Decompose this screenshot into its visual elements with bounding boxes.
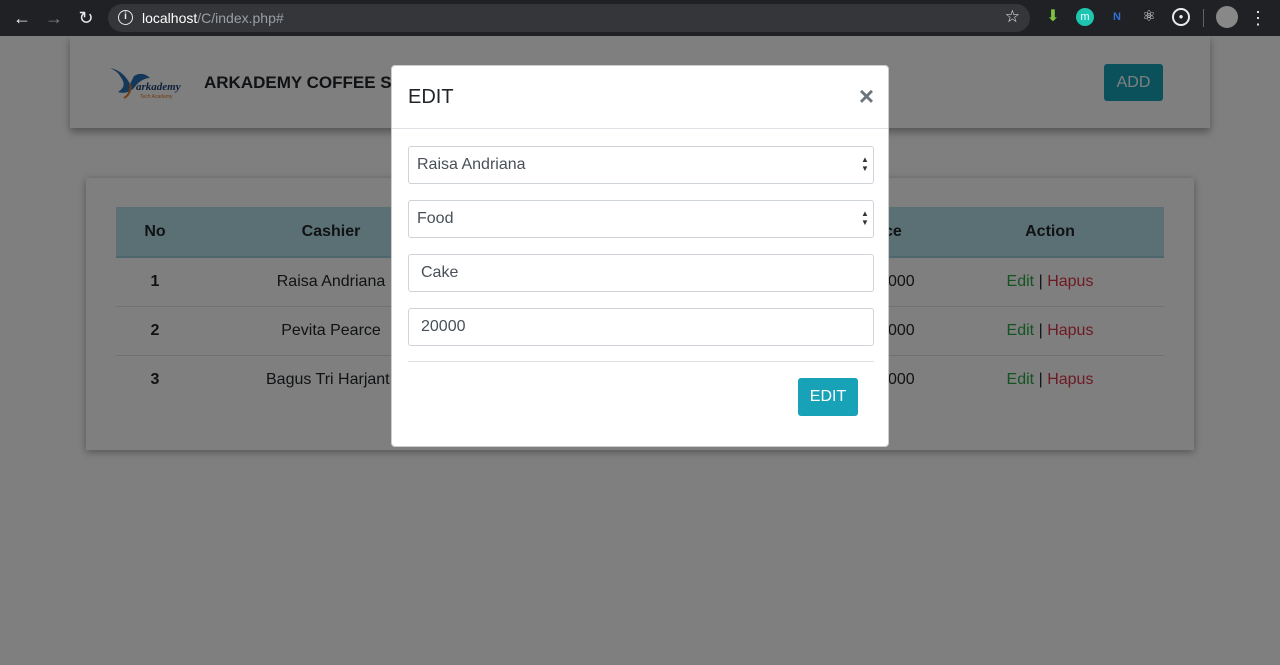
- select-arrows-icon: ▲ ▼: [861, 209, 869, 227]
- target-extension-icon[interactable]: ●: [1172, 8, 1190, 26]
- modal-title: EDIT: [408, 86, 454, 108]
- info-icon[interactable]: i: [118, 10, 133, 25]
- toolbar-divider: [1203, 9, 1204, 27]
- address-bar[interactable]: i localhost/C/index.php# ☆: [108, 4, 1030, 32]
- bookmark-star-icon[interactable]: ☆: [1005, 7, 1020, 27]
- m-extension-icon[interactable]: m: [1076, 8, 1094, 26]
- browser-toolbar: ← → ↻ i localhost/C/index.php# ☆ ⬇ m N ⚛…: [0, 0, 1280, 36]
- close-icon[interactable]: ×: [859, 82, 874, 110]
- category-select-value: Food: [417, 210, 454, 227]
- price-input[interactable]: 20000: [408, 308, 874, 346]
- react-devtools-icon[interactable]: ⚛: [1140, 8, 1158, 26]
- page-content: arkademy Tech Academy ARKADEMY COFFEE S …: [0, 36, 1280, 665]
- back-arrow-icon[interactable]: ←: [10, 6, 34, 30]
- form-divider: [408, 361, 874, 362]
- reload-icon[interactable]: ↻: [74, 6, 98, 30]
- profile-avatar[interactable]: [1216, 6, 1238, 28]
- menu-kebab-icon[interactable]: ⋮: [1246, 6, 1270, 30]
- modal-header: EDIT ×: [392, 66, 888, 129]
- cashier-select[interactable]: Raisa Andriana ▲ ▼: [408, 146, 874, 184]
- edit-modal: EDIT × Raisa Andriana ▲ ▼ Food ▲ ▼ Cake 20…: [391, 65, 889, 447]
- product-name-input[interactable]: Cake: [408, 254, 874, 292]
- select-arrows-icon: ▲ ▼: [861, 155, 869, 173]
- edit-submit-button[interactable]: EDIT: [798, 378, 858, 416]
- cashier-select-value: Raisa Andriana: [417, 156, 526, 173]
- category-select[interactable]: Food ▲ ▼: [408, 200, 874, 238]
- download-extension-icon[interactable]: ⬇: [1044, 8, 1062, 26]
- n-extension-icon[interactable]: N: [1108, 8, 1126, 26]
- url-text: localhost/C/index.php#: [142, 10, 284, 26]
- forward-arrow-icon[interactable]: →: [42, 6, 66, 30]
